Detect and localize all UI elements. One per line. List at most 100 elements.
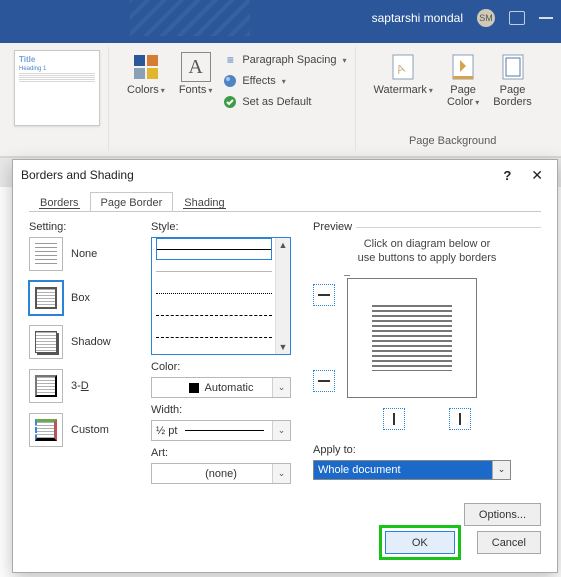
style-thin[interactable]	[156, 260, 272, 282]
borders-and-shading-dialog: Borders and Shading ? ✕ Borders Page Bor…	[12, 159, 558, 573]
setting-shadow[interactable]: Shadow	[29, 325, 139, 359]
chevron-down-icon: ▾	[429, 86, 433, 95]
set-default-button[interactable]: Set as Default	[222, 92, 346, 112]
style-dash-large[interactable]	[156, 326, 272, 348]
page-color-icon	[448, 52, 478, 82]
art-dropdown[interactable]: (none) ⌄	[151, 463, 291, 484]
app-titlebar: saptarshi mondal SM	[0, 0, 561, 36]
color-value: Automatic	[205, 382, 254, 394]
setting-none-icon	[29, 237, 63, 271]
effects-button[interactable]: Effects ▾	[222, 71, 346, 91]
minimize-icon[interactable]	[539, 17, 553, 19]
color-dropdown[interactable]: Automatic ⌄	[151, 377, 291, 398]
width-dropdown[interactable]: ½ pt ⌄	[151, 420, 291, 441]
page-borders-icon	[498, 52, 528, 82]
group-label-formatting	[123, 133, 347, 151]
scroll-up-icon[interactable]: ▲	[279, 238, 288, 252]
group-label-page-background: Page Background	[370, 133, 536, 151]
tab-borders[interactable]: Borders	[29, 192, 90, 212]
scroll-down-icon[interactable]: ▼	[279, 340, 288, 354]
preview-hint: Click on diagram below or use buttons to…	[313, 237, 541, 266]
help-button[interactable]: ?	[503, 168, 511, 183]
page-color-label: PageColor	[447, 84, 476, 108]
ok-button[interactable]: OK	[385, 531, 455, 554]
art-label: Art:	[151, 447, 301, 459]
setting-none[interactable]: None	[29, 237, 139, 271]
setting-custom-label: Custom	[71, 424, 109, 436]
effects-icon	[222, 73, 238, 89]
preview-hint-line1: Click on diagram below or	[364, 238, 491, 250]
cancel-button[interactable]: Cancel	[477, 531, 541, 554]
setting-custom[interactable]: Custom	[29, 413, 139, 447]
watermark-label: Watermark	[374, 84, 427, 96]
dialog-tabs: Borders Page Border Shading	[13, 190, 557, 212]
border-left-toggle[interactable]	[383, 408, 405, 430]
style-dotted[interactable]	[156, 282, 272, 304]
apply-to-value: Whole document	[314, 461, 492, 479]
options-button[interactable]: Options...	[464, 503, 541, 526]
preview-hint-line2: use buttons to apply borders	[358, 252, 497, 264]
setting-box[interactable]: Box	[29, 281, 139, 315]
style-scrollbar[interactable]: ▲▼	[275, 238, 290, 354]
apply-to-label: Apply to:	[313, 444, 541, 456]
watermark-button[interactable]: A Watermark▾	[370, 50, 437, 98]
preview-label: Preview	[313, 221, 356, 233]
fonts-label: Fonts	[179, 84, 207, 96]
user-avatar[interactable]: SM	[477, 9, 495, 27]
setting-none-label: None	[71, 248, 97, 260]
thumb-heading: Heading 1	[19, 66, 95, 72]
apply-to-dropdown[interactable]: Whole document ⌄	[313, 460, 511, 480]
setting-box-icon	[29, 281, 63, 315]
ribbon: Title Heading 1 Colors▾ A Fonts▾ ≡ P	[0, 43, 561, 157]
effects-label: Effects	[242, 75, 275, 87]
chevron-down-icon: ▾	[161, 86, 165, 95]
chevron-down-icon: ⌄	[492, 461, 510, 479]
tab-shading[interactable]: Shading	[173, 192, 235, 212]
preview-content-icon	[372, 305, 451, 371]
page-color-button[interactable]: PageColor▾	[443, 50, 483, 110]
colors-label: Colors	[127, 84, 159, 96]
chevron-down-icon: ▾	[282, 77, 286, 86]
chevron-down-icon: ▾	[475, 98, 479, 107]
watermark-icon: A	[388, 52, 418, 82]
setting-shadow-icon	[29, 325, 63, 359]
paragraph-spacing-icon: ≡	[222, 52, 238, 68]
close-button[interactable]: ✕	[525, 165, 549, 186]
page-borders-label: PageBorders	[493, 84, 532, 108]
setting-box-label: Box	[71, 292, 90, 304]
tab-page-border[interactable]: Page Border	[90, 192, 174, 212]
theme-thumbnail[interactable]: Title Heading 1	[14, 50, 100, 126]
setting-custom-icon	[29, 413, 63, 447]
thumb-title: Title	[19, 55, 35, 64]
border-right-toggle[interactable]	[449, 408, 471, 430]
page-borders-button[interactable]: PageBorders	[489, 50, 536, 110]
preview-page[interactable]	[347, 278, 477, 398]
paragraph-spacing-button[interactable]: ≡ Paragraph Spacing▾	[222, 50, 346, 70]
colors-icon	[131, 52, 161, 82]
color-swatch-icon	[189, 383, 199, 393]
style-dash-small[interactable]	[156, 304, 272, 326]
color-label: Color:	[151, 361, 301, 373]
chevron-down-icon: ⌄	[272, 464, 290, 483]
options-label: Options...	[479, 509, 526, 521]
art-value: (none)	[205, 468, 237, 480]
dialog-titlebar: Borders and Shading ? ✕	[13, 160, 557, 190]
tab-page-border-label: Page Border	[101, 197, 163, 209]
set-default-label: Set as Default	[242, 96, 311, 108]
setting-3d-icon	[29, 369, 63, 403]
colors-button[interactable]: Colors▾	[123, 50, 169, 98]
border-bottom-toggle[interactable]	[313, 370, 335, 392]
chevron-down-icon: ⌄	[272, 421, 290, 440]
setting-3d[interactable]: 3-D	[29, 369, 139, 403]
titlebar-decoration	[130, 0, 250, 36]
chevron-down-icon: ⌄	[272, 378, 290, 397]
ok-label: OK	[412, 537, 428, 549]
style-listbox[interactable]: ▲▼	[151, 237, 291, 355]
ribbon-display-options-icon[interactable]	[509, 11, 525, 25]
fonts-button[interactable]: A Fonts▾	[175, 50, 217, 98]
style-solid[interactable]	[156, 238, 272, 260]
chevron-down-icon: ▾	[343, 56, 347, 65]
chevron-down-icon: ▾	[208, 86, 212, 95]
border-top-toggle[interactable]	[313, 284, 335, 306]
group-label-empty	[14, 133, 100, 151]
